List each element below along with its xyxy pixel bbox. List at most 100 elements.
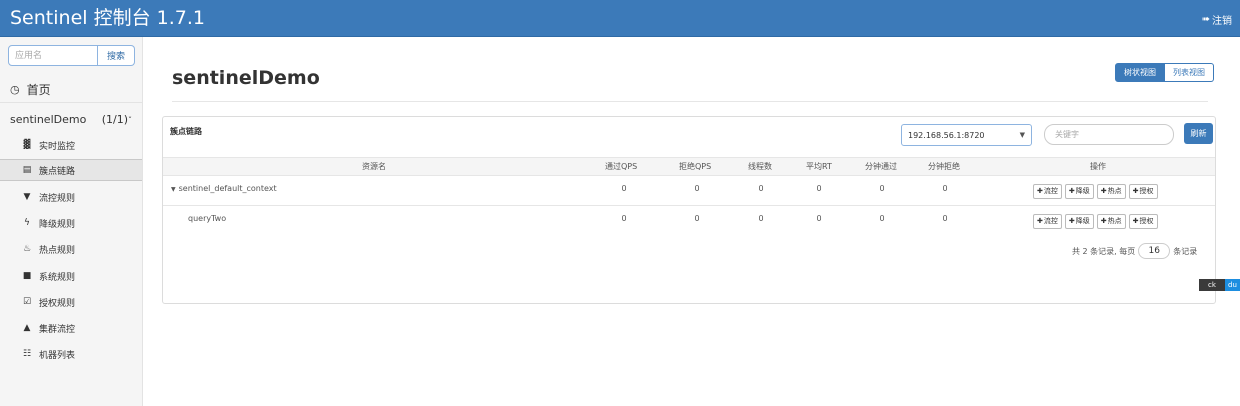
- add-hotspot-rule-button[interactable]: ✚热点: [1096, 214, 1126, 229]
- avg-rt-cell: 0: [816, 214, 822, 223]
- keyword-input[interactable]: [1044, 124, 1174, 145]
- row-operations: ✚流控 ✚降级 ✚热点 ✚授权: [1033, 214, 1158, 229]
- app-search-input[interactable]: [8, 45, 98, 66]
- col-avg-rt: 平均RT: [806, 162, 832, 171]
- table-header: 资源名 通过QPS 拒绝QPS 线程数 平均RT 分钟通过 分钟拒绝 操作: [163, 157, 1215, 176]
- app-name: sentinelDemo: [10, 112, 87, 126]
- block-qps-cell: 0: [694, 184, 700, 193]
- plus-icon: ✚: [1068, 187, 1075, 195]
- grid-icon: ☷: [22, 349, 32, 359]
- min-pass-cell: 0: [879, 184, 885, 193]
- refresh-button[interactable]: 刷新: [1184, 123, 1213, 144]
- pass-qps-cell: 0: [621, 184, 627, 193]
- sidebar-item-machine-list[interactable]: ☷ 机器列表: [0, 343, 142, 365]
- sidebar-item-auth-rules[interactable]: ☑ 授权规则: [0, 291, 142, 313]
- logout-label: 注销: [1212, 16, 1232, 27]
- app-title[interactable]: Sentinel 控制台 1.7.1: [10, 4, 205, 32]
- sidebar-item-resource-chain[interactable]: ▤ 簇点链路: [0, 159, 142, 181]
- sidebar-item-label: 降级规则: [39, 219, 76, 230]
- chevron-down-icon: ˇ: [128, 115, 132, 125]
- chart-icon: ▓: [23, 140, 31, 150]
- plus-icon: ✚: [1037, 187, 1043, 195]
- pass-qps-cell: 0: [621, 214, 627, 223]
- sidebar-item-realtime-monitor[interactable]: ▓ 实时监控: [0, 134, 142, 156]
- sidebar-item-flow-rules[interactable]: ▼ 流控规则: [0, 186, 142, 208]
- top-navbar: Sentinel 控制台 1.7.1 ➠ 注销: [0, 0, 1240, 37]
- col-block-qps: 拒绝QPS: [679, 162, 712, 171]
- panel-title: 簇点链路: [170, 127, 202, 136]
- sidebar-item-degrade-rules[interactable]: ϟ 降级规则: [0, 212, 142, 234]
- dashboard-icon: ◷: [10, 83, 20, 96]
- sidebar-item-label: 实时监控: [39, 141, 76, 152]
- resource-name-cell[interactable]: ▼ sentinel_default_context: [171, 184, 277, 193]
- filter-icon: ▼: [23, 192, 31, 202]
- app-machine-count: (1/1)ˇ: [101, 112, 132, 126]
- sidebar: 搜索 ◷ 首页 sentinelDemo (1/1)ˇ ▓ 实时监控 ▤ 簇点链…: [0, 37, 143, 406]
- list-view-button[interactable]: 列表视图: [1165, 63, 1214, 82]
- col-pass-qps: 通过QPS: [605, 162, 638, 171]
- sidebar-item-label: 流控规则: [39, 193, 76, 204]
- add-auth-rule-button[interactable]: ✚授权: [1128, 184, 1158, 199]
- pagination: 共 2 条记录, 每页 条记录: [1072, 243, 1197, 259]
- fire-icon: ♨: [22, 244, 32, 254]
- pager-suffix: 条记录: [1173, 246, 1198, 256]
- machine-select-value: 192.168.56.1:8720: [908, 130, 985, 140]
- sidebar-item-home[interactable]: ◷ 首页: [0, 77, 142, 103]
- app-search-button[interactable]: 搜索: [98, 45, 135, 66]
- plus-icon: ✚: [1132, 187, 1139, 195]
- plus-icon: ✚: [1132, 217, 1139, 225]
- lock-icon: ■: [22, 271, 32, 281]
- plus-icon: ✚: [1100, 217, 1107, 225]
- plus-icon: ✚: [1100, 187, 1107, 195]
- sidebar-item-label: 集群流控: [39, 324, 76, 335]
- main-content: sentinelDemo 树状视图 列表视图 簇点链路 192.168.56.1…: [143, 37, 1240, 406]
- col-operations: 操作: [1090, 162, 1106, 171]
- plus-icon: ✚: [1037, 217, 1043, 225]
- sidebar-item-label: 授权规则: [39, 298, 76, 309]
- sidebar-item-label: 热点规则: [39, 245, 76, 256]
- add-auth-rule-button[interactable]: ✚授权: [1128, 214, 1158, 229]
- sidebar-home-label: 首页: [26, 83, 51, 97]
- table-row: queryTwo 0 0 0 0 0 0 ✚流控 ✚降级 ✚热点 ✚授权: [163, 207, 1215, 236]
- add-hotspot-rule-button[interactable]: ✚热点: [1096, 184, 1126, 199]
- plus-icon: ✚: [1068, 217, 1075, 225]
- add-degrade-rule-button[interactable]: ✚降级: [1064, 184, 1094, 199]
- list-icon: ▤: [22, 165, 32, 175]
- floating-tool-badge[interactable]: ck du: [1199, 279, 1240, 291]
- sidebar-item-cluster-flow[interactable]: ▲ 集群流控: [0, 317, 142, 339]
- page-size-input[interactable]: [1138, 243, 1171, 259]
- caret-down-icon: ▼: [1019, 131, 1025, 139]
- title-divider: [172, 101, 1208, 102]
- resource-name-cell[interactable]: queryTwo: [188, 214, 226, 223]
- tree-view-button[interactable]: 树状视图: [1115, 63, 1165, 82]
- logout-icon: ➠: [1201, 14, 1210, 25]
- min-pass-cell: 0: [879, 214, 885, 223]
- sidebar-item-hotspot-rules[interactable]: ♨ 热点规则: [0, 238, 142, 260]
- badge-right: du: [1225, 279, 1240, 291]
- add-degrade-rule-button[interactable]: ✚降级: [1064, 214, 1094, 229]
- resource-panel: 簇点链路 192.168.56.1:8720 ▼ 刷新 资源名 通过QPS 拒绝…: [162, 116, 1216, 304]
- threads-cell: 0: [758, 214, 764, 223]
- avg-rt-cell: 0: [816, 184, 822, 193]
- app-search: 搜索: [8, 45, 135, 66]
- add-flow-rule-button[interactable]: ✚流控: [1033, 184, 1062, 199]
- sidebar-item-label: 簇点链路: [39, 166, 76, 177]
- view-toggle: 树状视图 列表视图: [1115, 63, 1214, 82]
- badge-left: ck: [1199, 279, 1225, 291]
- caret-down-icon: ▼: [171, 186, 176, 193]
- bolt-icon: ϟ: [24, 218, 30, 228]
- page-title: sentinelDemo: [172, 67, 320, 89]
- check-square-icon: ☑: [22, 297, 32, 307]
- col-min-block: 分钟拒绝: [928, 162, 960, 171]
- add-flow-rule-button[interactable]: ✚流控: [1033, 214, 1062, 229]
- threads-cell: 0: [758, 184, 764, 193]
- sidebar-item-system-rules[interactable]: ■ 系统规则: [0, 265, 142, 287]
- col-min-pass: 分钟通过: [865, 162, 897, 171]
- cloud-icon: ▲: [23, 323, 31, 333]
- min-block-cell: 0: [942, 184, 948, 193]
- table-row: ▼ sentinel_default_context 0 0 0 0 0 0 ✚流…: [163, 177, 1215, 206]
- sidebar-app-sentinelDemo[interactable]: sentinelDemo (1/1)ˇ: [0, 107, 142, 131]
- sidebar-item-label: 机器列表: [39, 350, 76, 361]
- logout-link[interactable]: ➠ 注销: [1202, 12, 1232, 27]
- machine-select[interactable]: 192.168.56.1:8720 ▼: [901, 124, 1032, 146]
